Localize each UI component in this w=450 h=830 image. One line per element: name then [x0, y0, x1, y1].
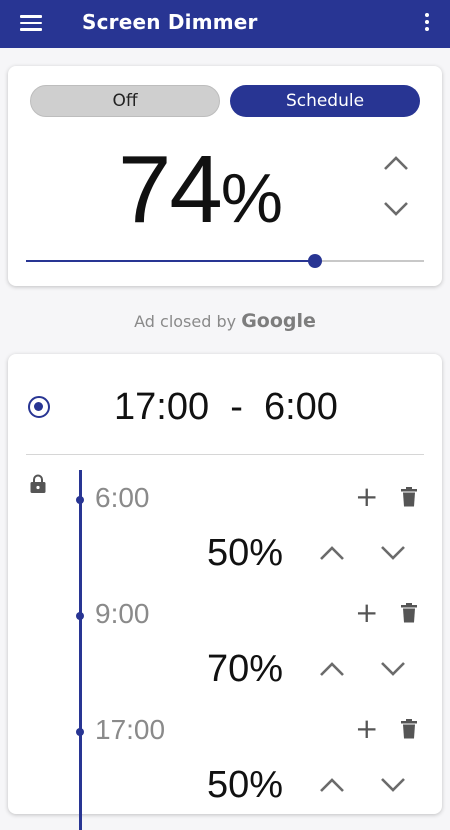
dim-level-slider[interactable]	[26, 254, 424, 268]
slider-fill	[26, 260, 315, 262]
trash-icon[interactable]	[400, 487, 418, 507]
ad-closed-prefix: Ad closed by	[134, 312, 242, 331]
divider	[26, 454, 424, 455]
entry-time[interactable]: 6:00	[95, 482, 150, 514]
add-icon[interactable]: +	[355, 598, 378, 628]
google-logo: Google	[241, 310, 316, 332]
schedule-card: 17:00 - 6:00 6:00 + 50% 9:00 + 70% 17:00…	[8, 354, 442, 830]
chevron-up-icon[interactable]	[318, 660, 346, 678]
timeline-dot	[76, 496, 84, 504]
trash-icon[interactable]	[400, 719, 418, 739]
add-icon[interactable]: +	[355, 482, 378, 512]
chevron-up-icon[interactable]	[318, 776, 346, 794]
chevron-down-icon[interactable]	[379, 776, 407, 794]
menu-icon[interactable]	[20, 11, 44, 35]
radio-selected-icon[interactable]	[28, 396, 50, 418]
dim-level-display: 74%	[118, 142, 283, 246]
entry-time[interactable]: 17:00	[95, 714, 165, 746]
timeline-dot	[76, 612, 84, 620]
timeline-dot	[76, 728, 84, 736]
schedule-entry: 9:00 + 70%	[8, 594, 442, 710]
trash-icon[interactable]	[400, 603, 418, 623]
entry-level: 50%	[207, 532, 284, 574]
chevron-down-icon[interactable]	[379, 544, 407, 562]
chevron-up-icon[interactable]	[318, 544, 346, 562]
slider-thumb[interactable]	[307, 254, 322, 268]
chevron-down-icon[interactable]	[382, 200, 410, 218]
add-icon[interactable]: +	[355, 714, 378, 744]
app-title: Screen Dimmer	[82, 10, 258, 34]
entry-level: 70%	[207, 648, 284, 690]
entry-time[interactable]: 9:00	[95, 598, 150, 630]
more-vert-icon[interactable]	[422, 11, 432, 33]
dim-level-unit: %	[220, 159, 284, 237]
schedule-time-range[interactable]: 17:00 - 6:00	[114, 386, 338, 429]
off-toggle-button[interactable]: Off	[30, 85, 220, 117]
schedule-entry: 6:00 + 50%	[8, 478, 442, 594]
ad-closed-notice: Ad closed by Google	[0, 310, 450, 332]
schedule-toggle-button[interactable]: Schedule	[230, 85, 420, 117]
entry-level: 50%	[207, 764, 284, 806]
app-bar: Screen Dimmer	[0, 0, 450, 48]
dimmer-card: Off Schedule 74%	[8, 66, 442, 286]
chevron-up-icon[interactable]	[382, 154, 410, 172]
schedule-entry: 17:00 + 50%	[8, 710, 442, 826]
chevron-down-icon[interactable]	[379, 660, 407, 678]
dim-level-value: 74	[118, 136, 223, 243]
